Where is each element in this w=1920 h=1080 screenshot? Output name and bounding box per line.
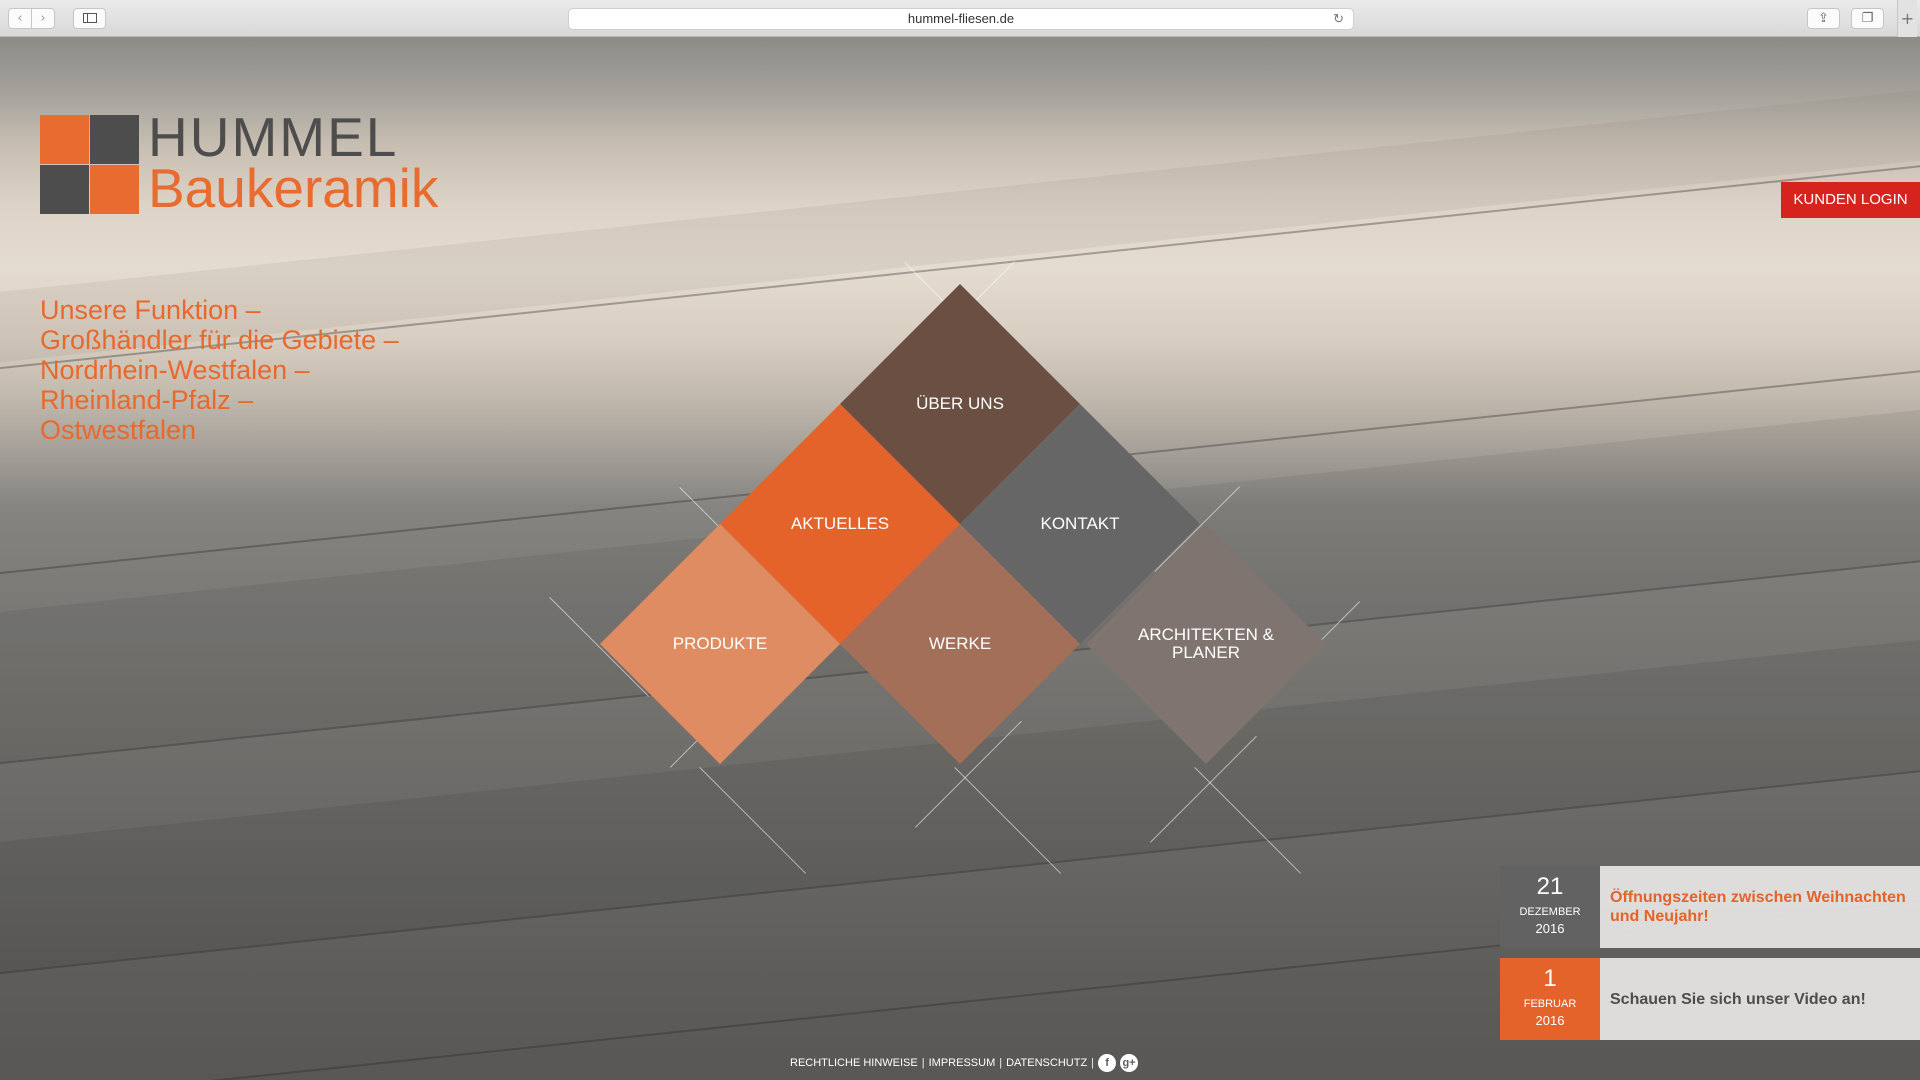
facebook-icon[interactable]: f bbox=[1098, 1054, 1117, 1072]
news-month: DEZEMBER bbox=[1519, 906, 1581, 918]
decorative-line bbox=[954, 767, 1062, 874]
address-bar[interactable]: hummel-fliesen.de ↻ bbox=[568, 8, 1354, 30]
chevron-right-icon: › bbox=[40, 11, 46, 26]
nav-label: ARCHITEKTEN & PLANER bbox=[1137, 625, 1275, 662]
nav-label: WERKE bbox=[928, 634, 992, 653]
share-icon: ⇪ bbox=[1818, 11, 1829, 26]
news-title[interactable]: Schauen Sie sich unser Video an! bbox=[1600, 958, 1920, 1040]
nav-label: AKTUELLES bbox=[790, 514, 890, 533]
news-item[interactable]: 21 DEZEMBER 2016 Öffnungszeiten zwischen… bbox=[1500, 866, 1920, 948]
nav-label: ÜBER UNS bbox=[916, 394, 1004, 413]
show-tabs-button[interactable]: ❐ bbox=[1851, 8, 1884, 29]
news-date: 21 DEZEMBER 2016 bbox=[1500, 866, 1600, 948]
chevron-left-icon: ‹ bbox=[17, 11, 23, 26]
news-month: FEBRUAR bbox=[1523, 998, 1577, 1010]
sidebar-toggle-button[interactable] bbox=[73, 8, 106, 29]
nav-label: PRODUKTE bbox=[672, 634, 768, 653]
decorative-line bbox=[1194, 767, 1302, 874]
decorative-line bbox=[699, 767, 807, 874]
footer-separator: | bbox=[921, 1057, 925, 1069]
news-title[interactable]: Öffnungszeiten zwischen Weihnachten und … bbox=[1600, 866, 1920, 948]
footer-link-impressum[interactable]: IMPRESSUM bbox=[929, 1051, 996, 1075]
news-year: 2016 bbox=[1535, 921, 1565, 936]
footer-separator: | bbox=[1091, 1057, 1095, 1069]
reload-icon[interactable]: ↻ bbox=[1333, 9, 1344, 29]
footer-links: RECHTLICHE HINWEISE | IMPRESSUM | DATENS… bbox=[790, 1051, 1139, 1075]
plus-icon: + bbox=[1900, 9, 1915, 28]
sidebar-icon bbox=[82, 13, 97, 23]
news-day: 1 bbox=[1543, 965, 1557, 992]
footer-separator: | bbox=[999, 1057, 1003, 1069]
news-year: 2016 bbox=[1535, 1013, 1565, 1028]
news-item[interactable]: 1 FEBRUAR 2016 Schauen Sie sich unser Vi… bbox=[1500, 958, 1920, 1040]
footer-link-rechtliche-hinweise[interactable]: RECHTLICHE HINWEISE bbox=[790, 1051, 918, 1075]
browser-toolbar: ‹ › hummel-fliesen.de ↻ ⇪ ❐ + bbox=[0, 0, 1920, 37]
google-plus-icon[interactable]: g+ bbox=[1120, 1054, 1139, 1072]
page-content: HUMMEL Baukeramik Unsere Funktion – Groß… bbox=[0, 37, 1920, 1080]
forward-button[interactable]: › bbox=[31, 8, 55, 29]
new-tab-button[interactable]: + bbox=[1897, 0, 1917, 37]
share-button[interactable]: ⇪ bbox=[1807, 8, 1840, 29]
nav-label: KONTAKT bbox=[1040, 514, 1120, 533]
news-date: 1 FEBRUAR 2016 bbox=[1500, 958, 1600, 1040]
url-text: hummel-fliesen.de bbox=[907, 11, 1015, 26]
tabs-icon: ❐ bbox=[1861, 11, 1874, 26]
back-button[interactable]: ‹ bbox=[8, 8, 32, 29]
footer-link-datenschutz[interactable]: DATENSCHUTZ bbox=[1006, 1051, 1087, 1075]
news-day: 21 bbox=[1536, 873, 1564, 900]
